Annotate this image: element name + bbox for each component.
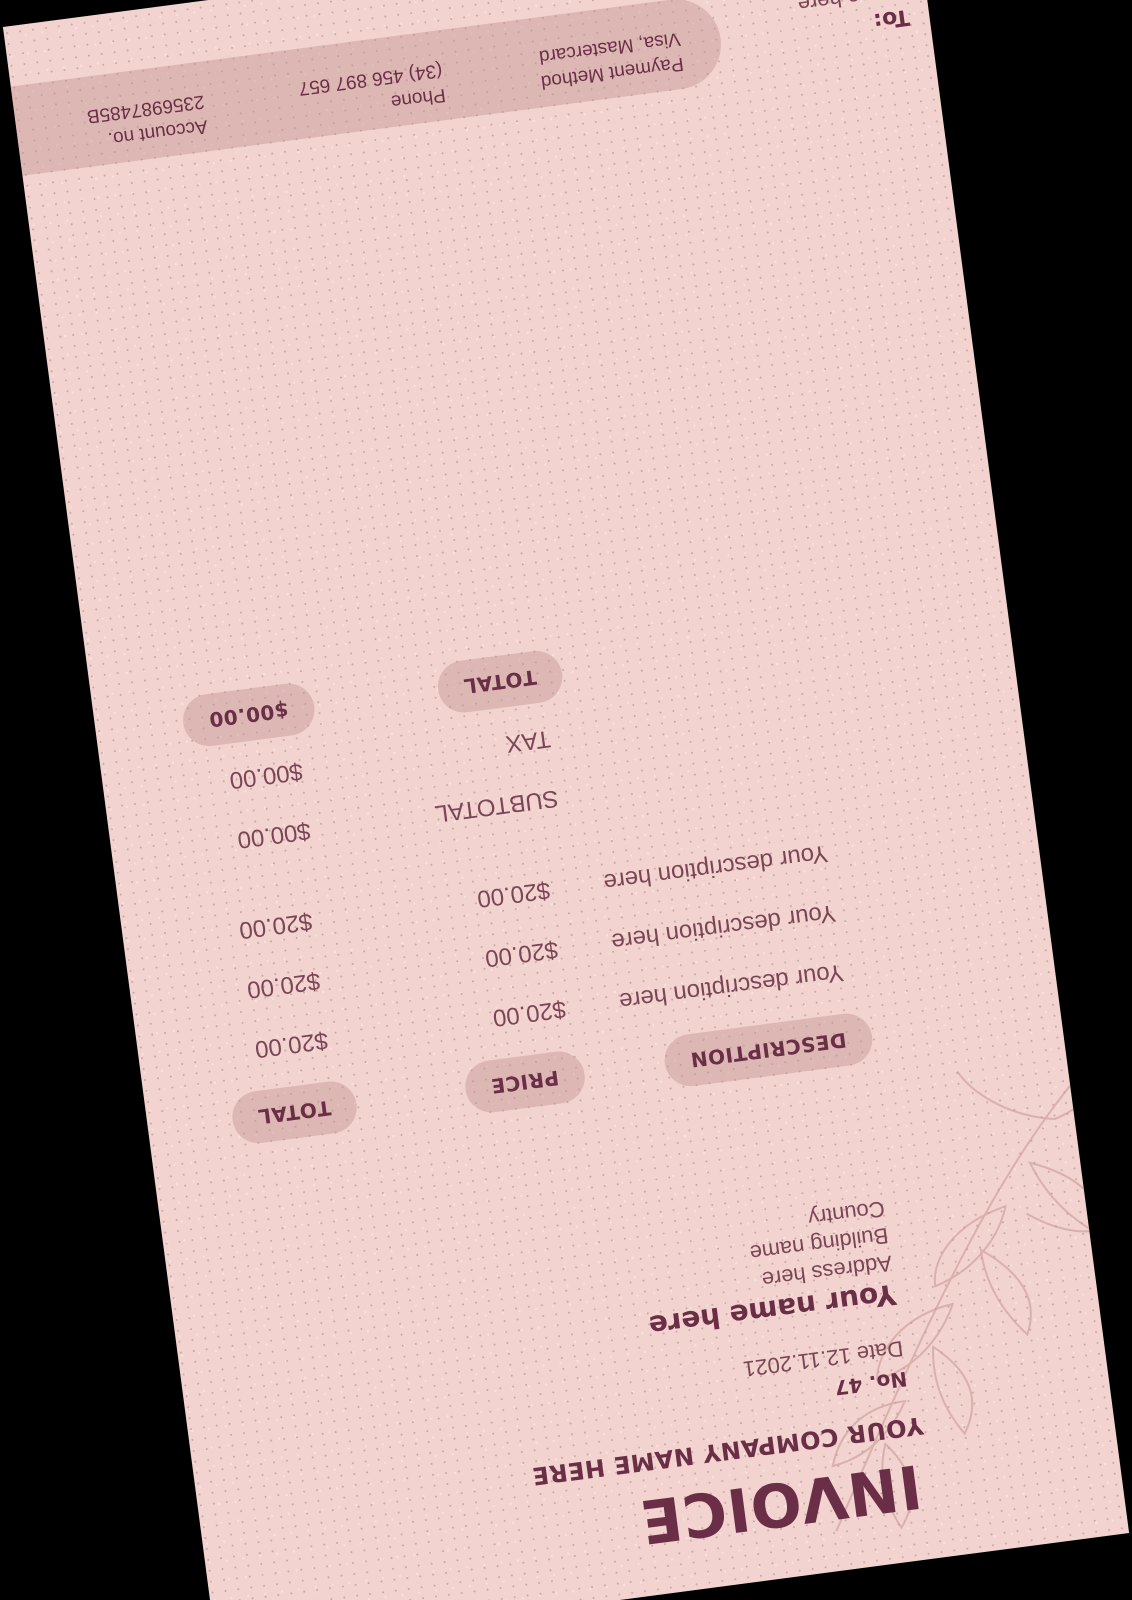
header-total: TOTAL bbox=[228, 1078, 360, 1147]
row-price: $20.00 bbox=[491, 995, 568, 1032]
row-description: Your description here bbox=[617, 958, 846, 1015]
phone-info: Phone (34) 456 897 657 bbox=[297, 57, 447, 125]
subtotal-label: SUBTOTAL bbox=[433, 784, 561, 828]
header-price: PRICE bbox=[461, 1048, 588, 1116]
invoice-sheet: INVOICE YOUR COMPANY NAME HERE No. 47 Da… bbox=[2, 0, 1130, 1600]
row-total: $20.00 bbox=[245, 966, 322, 1004]
subtotal-value: $00.00 bbox=[235, 816, 313, 854]
payment-method: Payment Method Visa, Mastercard bbox=[536, 25, 685, 93]
payment-info-band: Payment Method Visa, Mastercard Phone (3… bbox=[2, 0, 727, 183]
row-price: $20.00 bbox=[475, 876, 552, 913]
summary-block: SUBTOTAL $00.00 TAX $00.00 TOTAL $00.00 bbox=[141, 640, 581, 873]
photo-stage: INVOICE YOUR COMPANY NAME HERE No. 47 Da… bbox=[0, 0, 1132, 1600]
row-price: $20.00 bbox=[483, 935, 560, 972]
row-total: $20.00 bbox=[237, 907, 314, 944]
header-description: DESCRIPTION bbox=[661, 1010, 876, 1090]
tax-label: TAX bbox=[504, 724, 553, 758]
tax-value: $00.00 bbox=[228, 757, 305, 794]
account-info: Account no. 2356987485B bbox=[85, 88, 209, 152]
row-total: $20.00 bbox=[253, 1026, 330, 1063]
recipient-block: To: Name here bbox=[796, 0, 911, 43]
